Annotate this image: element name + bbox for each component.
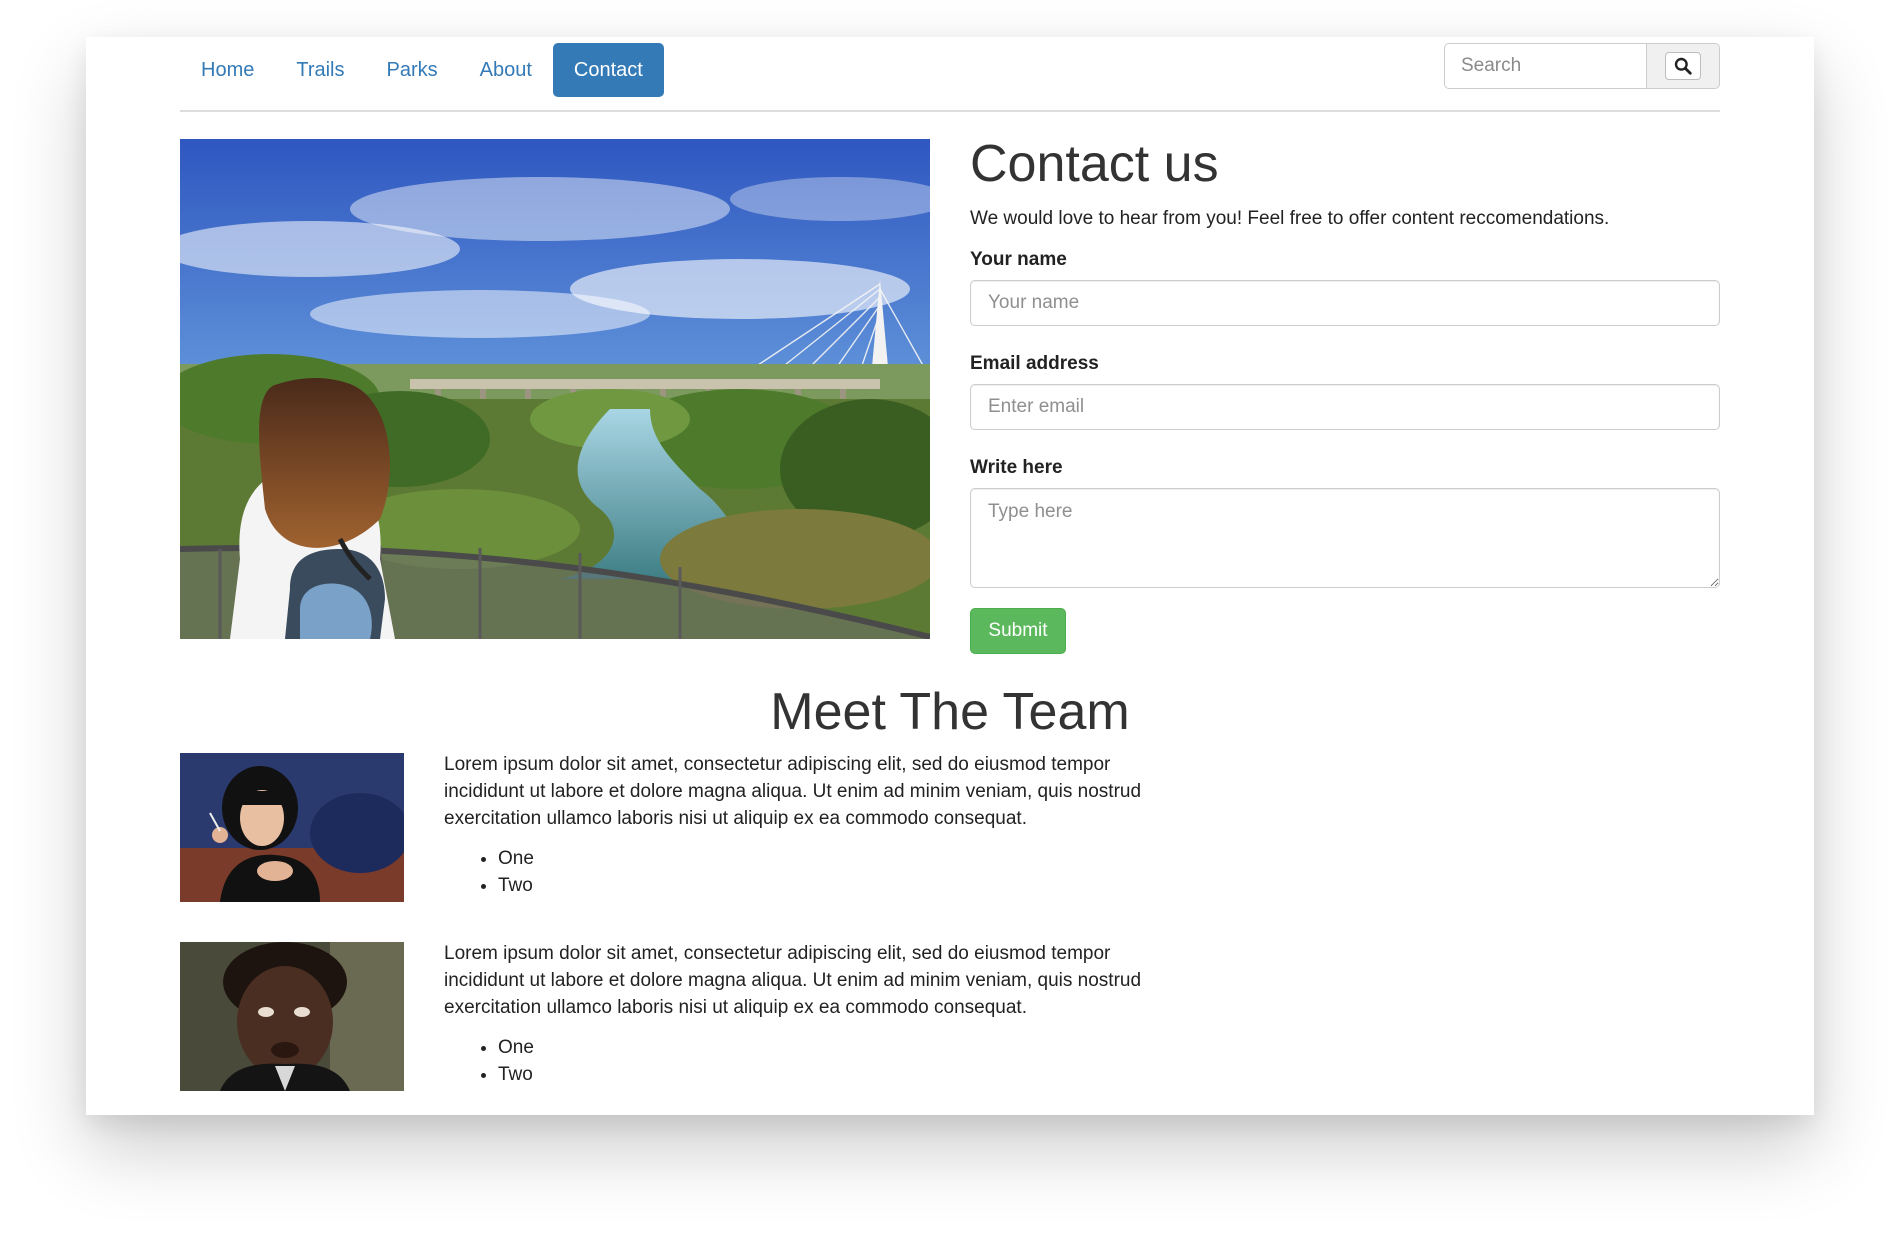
list-item: One xyxy=(498,845,1164,872)
member-photo xyxy=(180,753,404,902)
contact-title: Contact us xyxy=(970,135,1219,193)
search-button[interactable] xyxy=(1646,43,1720,89)
search-button-face xyxy=(1665,52,1701,80)
page-frame: Home Trails Parks About Contact Search C… xyxy=(86,37,1814,1115)
message-textarea[interactable] xyxy=(970,488,1720,588)
nav-item-contact[interactable]: Contact xyxy=(552,43,664,97)
member-bio: Lorem ipsum dolor sit amet, consectetur … xyxy=(444,943,1142,1018)
hero-park-image xyxy=(180,139,930,639)
message-label: Write here xyxy=(970,457,1063,478)
member-bio: Lorem ipsum dolor sit amet, consectetur … xyxy=(444,754,1142,829)
member-list: One Two xyxy=(444,845,1164,899)
member-details: Lorem ipsum dolor sit amet, consectetur … xyxy=(444,940,1164,1088)
nav-item-trails[interactable]: Trails xyxy=(275,43,365,97)
page-container: Home Trails Parks About Contact Search C… xyxy=(180,37,1720,1115)
contact-lead-text: We would love to hear from you! Feel fre… xyxy=(970,208,1610,229)
top-nav: Home Trails Parks About Contact xyxy=(180,43,664,97)
list-item: Two xyxy=(498,1061,1164,1088)
team-title: Meet The Team xyxy=(770,683,1130,741)
member-photo xyxy=(180,942,404,1091)
member-portrait-image xyxy=(180,753,404,902)
nav-item-about[interactable]: About xyxy=(459,43,553,97)
email-label: Email address xyxy=(970,353,1099,374)
nav-item-parks[interactable]: Parks xyxy=(366,43,459,97)
name-label: Your name xyxy=(970,249,1067,270)
member-list: One Two xyxy=(444,1034,1164,1088)
search-icon xyxy=(1674,57,1692,75)
list-item: One xyxy=(498,1034,1164,1061)
member-portrait-image xyxy=(180,942,404,1091)
list-item: Two xyxy=(498,872,1164,899)
nav-item-home[interactable]: Home xyxy=(180,43,275,97)
nav-divider xyxy=(180,110,1720,112)
name-field[interactable] xyxy=(970,280,1720,326)
submit-button[interactable]: Submit xyxy=(970,608,1066,654)
contact-section: Contact us We would love to hear from yo… xyxy=(970,132,1720,654)
member-details: Lorem ipsum dolor sit amet, consectetur … xyxy=(444,751,1164,899)
search-form xyxy=(1444,43,1720,89)
search-input[interactable] xyxy=(1444,43,1646,89)
email-field[interactable] xyxy=(970,384,1720,430)
park-scene-illustration xyxy=(180,139,930,639)
